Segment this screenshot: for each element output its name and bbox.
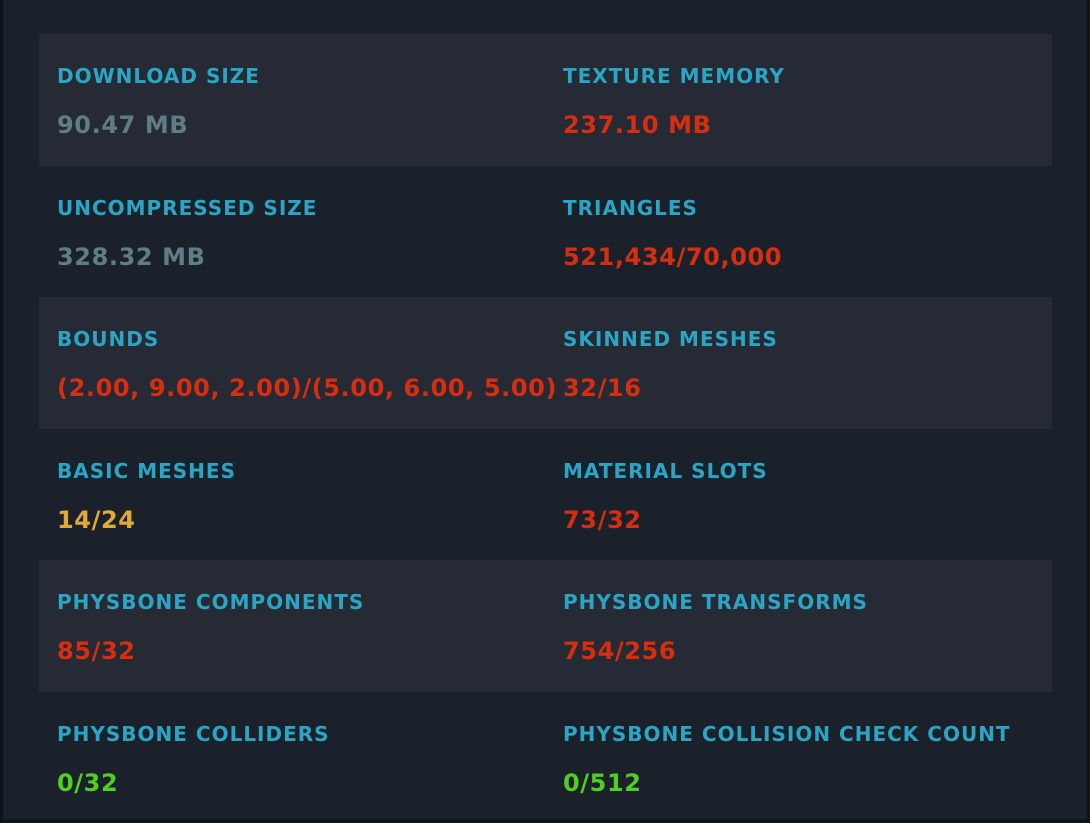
- stat-label: SKINNED MESHES: [563, 327, 1052, 351]
- stat-label: PHYSBONE COLLIDERS: [57, 722, 545, 746]
- stat-value: 85/32: [57, 637, 545, 665]
- stat-label: PHYSBONE COMPONENTS: [57, 590, 545, 614]
- stat-row: PHYSBONE COMPONENTS 85/32 PHYSBONE TRANS…: [39, 560, 1052, 692]
- stat-value: 521,434/70,000: [563, 243, 1052, 271]
- stat-material-slots: MATERIAL SLOTS 73/32: [545, 429, 1052, 561]
- stat-value: 73/32: [563, 506, 1052, 534]
- stat-row: PHYSBONE COLLIDERS 0/32 PHYSBONE COLLISI…: [39, 692, 1052, 823]
- stat-bounds: BOUNDS (2.00, 9.00, 2.00)/(5.00, 6.00, 5…: [39, 297, 545, 429]
- performance-stats-panel: DOWNLOAD SIZE 90.47 MB TEXTURE MEMORY 23…: [3, 0, 1087, 819]
- stat-uncompressed-size: UNCOMPRESSED SIZE 328.32 MB: [39, 166, 545, 298]
- stat-value: (2.00, 9.00, 2.00)/(5.00, 6.00, 5.00): [57, 374, 545, 402]
- stat-value: 0/32: [57, 769, 545, 797]
- stat-triangles: TRIANGLES 521,434/70,000: [545, 166, 1052, 298]
- stat-download-size: DOWNLOAD SIZE 90.47 MB: [39, 34, 545, 166]
- stat-label: PHYSBONE TRANSFORMS: [563, 590, 1052, 614]
- stat-row: UNCOMPRESSED SIZE 328.32 MB TRIANGLES 52…: [39, 166, 1052, 298]
- stat-basic-meshes: BASIC MESHES 14/24: [39, 429, 545, 561]
- stat-physbone-collision-check-count: PHYSBONE COLLISION CHECK COUNT 0/512: [545, 692, 1052, 823]
- stat-skinned-meshes: SKINNED MESHES 32/16: [545, 297, 1052, 429]
- stat-label: MATERIAL SLOTS: [563, 459, 1052, 483]
- stat-value: 237.10 MB: [563, 111, 1052, 139]
- stat-row: BOUNDS (2.00, 9.00, 2.00)/(5.00, 6.00, 5…: [39, 297, 1052, 429]
- stat-physbone-components: PHYSBONE COMPONENTS 85/32: [39, 560, 545, 692]
- stat-row: DOWNLOAD SIZE 90.47 MB TEXTURE MEMORY 23…: [39, 34, 1052, 166]
- stat-value: 0/512: [563, 769, 1052, 797]
- stat-physbone-transforms: PHYSBONE TRANSFORMS 754/256: [545, 560, 1052, 692]
- stat-label: DOWNLOAD SIZE: [57, 64, 545, 88]
- stat-label: TEXTURE MEMORY: [563, 64, 1052, 88]
- stat-label: BASIC MESHES: [57, 459, 545, 483]
- stat-value: 14/24: [57, 506, 545, 534]
- stat-label: TRIANGLES: [563, 196, 1052, 220]
- stat-label: UNCOMPRESSED SIZE: [57, 196, 545, 220]
- stat-value: 90.47 MB: [57, 111, 545, 139]
- stat-texture-memory: TEXTURE MEMORY 237.10 MB: [545, 34, 1052, 166]
- stat-row: BASIC MESHES 14/24 MATERIAL SLOTS 73/32: [39, 429, 1052, 561]
- stats-grid: DOWNLOAD SIZE 90.47 MB TEXTURE MEMORY 23…: [39, 34, 1052, 823]
- stat-label: PHYSBONE COLLISION CHECK COUNT: [563, 722, 1052, 746]
- stat-label: BOUNDS: [57, 327, 545, 351]
- stat-value: 328.32 MB: [57, 243, 545, 271]
- stat-value: 32/16: [563, 374, 1052, 402]
- stat-physbone-colliders: PHYSBONE COLLIDERS 0/32: [39, 692, 545, 823]
- stat-value: 754/256: [563, 637, 1052, 665]
